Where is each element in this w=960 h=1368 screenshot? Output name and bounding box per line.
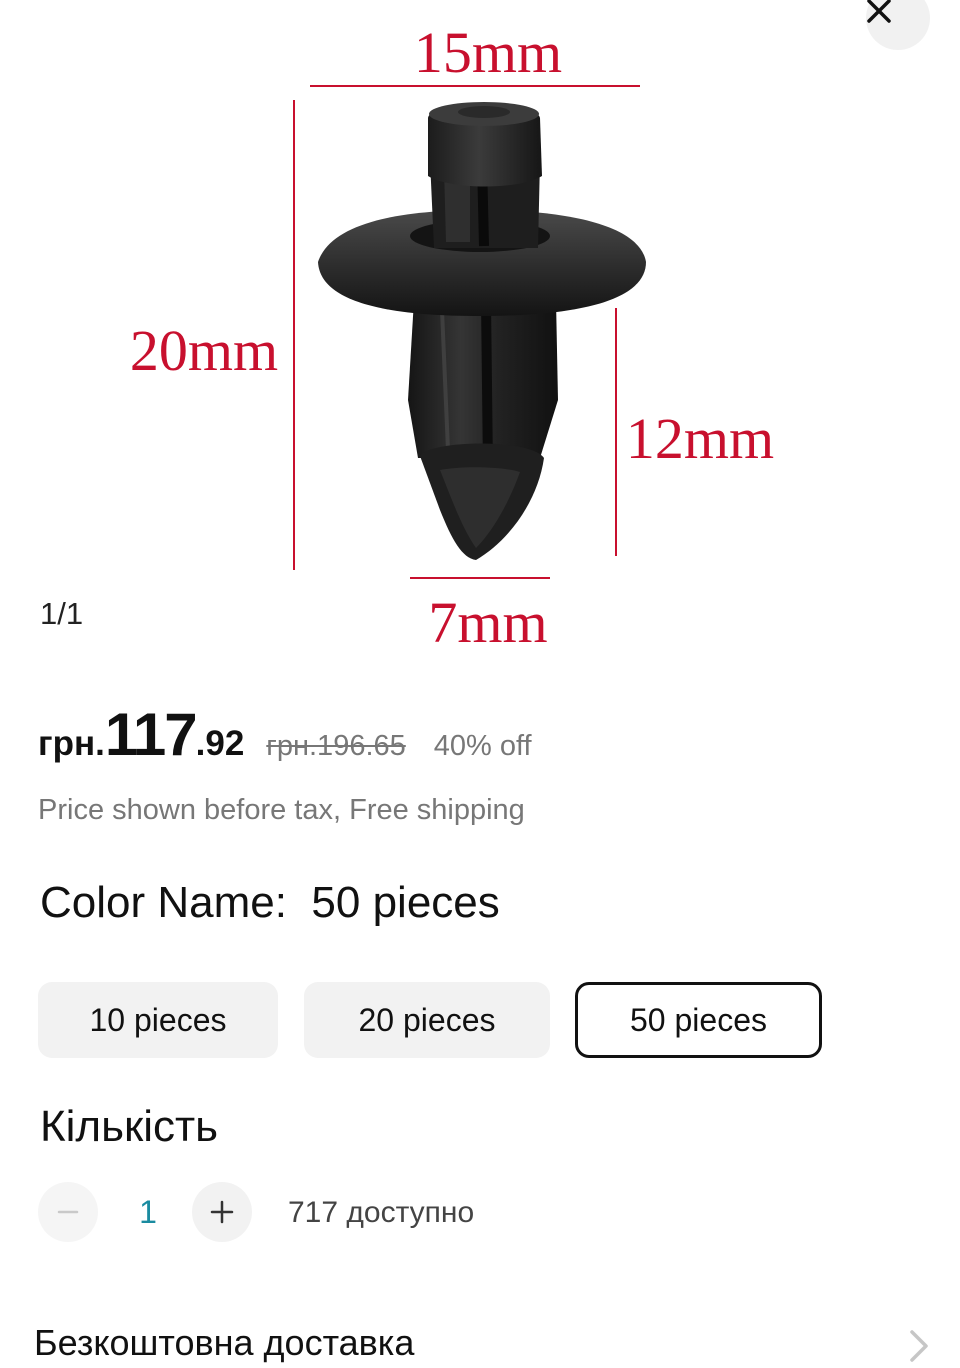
free-shipping-label[interactable]: Безкоштовна доставка	[34, 1322, 414, 1364]
variant-heading: Color Name: 50 pieces	[40, 878, 500, 927]
quantity-increase-button[interactable]	[192, 1182, 252, 1242]
price-main: 117	[104, 701, 198, 768]
dimension-label-bottom: 7mm	[428, 590, 547, 655]
quantity-value[interactable]: 1	[128, 1194, 168, 1231]
plastic-clip-illustration: 15mm 20mm 12mm 7mm	[130, 20, 774, 655]
price-note: Price shown before tax, Free shipping	[38, 794, 525, 826]
variant-option-50-pieces[interactable]: 50 pieces	[575, 982, 822, 1058]
variant-option-10-pieces[interactable]: 10 pieces	[38, 982, 278, 1058]
product-image[interactable]: 15mm 20mm 12mm 7mm 1/1	[0, 0, 960, 690]
quantity-heading: Кількість	[40, 1102, 219, 1151]
price-cents: .92	[195, 724, 245, 763]
dimension-label-right: 12mm	[626, 406, 774, 471]
discount-badge: 40% off	[433, 730, 532, 762]
quantity-decrease-button[interactable]	[38, 1182, 98, 1242]
price-currency: грн.	[38, 724, 105, 763]
chevron-right-icon[interactable]	[906, 1326, 932, 1366]
plus-icon	[210, 1200, 234, 1224]
variant-option-20-pieces[interactable]: 20 pieces	[304, 982, 550, 1058]
dimension-label-left: 20mm	[130, 318, 278, 383]
original-price: грн.196.65	[266, 730, 406, 762]
price-row: грн. 117 .92 грн.196.65 40% off	[38, 700, 532, 770]
minus-icon	[57, 1210, 79, 1214]
stock-available: 717 доступно	[288, 1196, 475, 1229]
dimension-label-top: 15mm	[414, 20, 562, 85]
close-icon	[867, 0, 891, 23]
image-counter: 1/1	[40, 596, 84, 631]
